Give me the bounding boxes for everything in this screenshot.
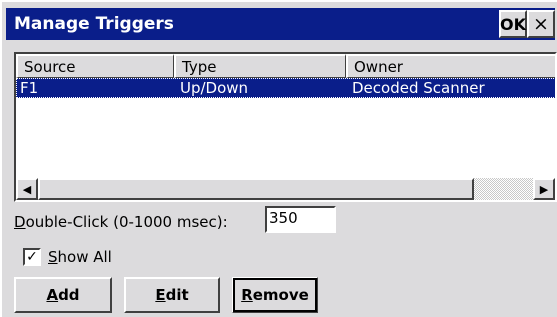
double-click-accel: D <box>14 213 26 231</box>
dialog-title: Manage Triggers <box>14 14 174 34</box>
horizontal-scrollbar[interactable]: ◀ ▶ <box>16 178 555 200</box>
cell-owner: Decoded Scanner <box>352 79 485 97</box>
triggers-list[interactable]: Source Type Owner F1 Up/Down Decoded Sca… <box>14 52 557 202</box>
scrollbar-thumb[interactable] <box>38 178 474 200</box>
column-source[interactable]: Source <box>16 54 174 78</box>
show-all-checkbox[interactable]: ✓ <box>23 248 41 266</box>
scrollbar-track[interactable] <box>474 178 537 200</box>
cell-type: Up/Down <box>180 79 249 97</box>
column-type[interactable]: Type <box>174 54 346 78</box>
edit-button[interactable]: Edit <box>124 277 220 313</box>
add-accel: A <box>46 286 59 304</box>
remove-button[interactable]: Remove <box>232 277 318 313</box>
ok-button[interactable]: OK <box>499 10 527 38</box>
double-click-label: Double-Click (0-1000 msec): <box>14 213 228 231</box>
double-click-label-text: ouble-Click (0-1000 msec): <box>25 213 228 231</box>
scroll-left-icon[interactable]: ◀ <box>16 178 38 200</box>
show-all-label-text: how All <box>57 248 112 266</box>
list-item[interactable]: F1 Up/Down Decoded Scanner <box>16 78 555 98</box>
show-all-label[interactable]: Show All <box>48 248 112 266</box>
list-header: Source Type Owner <box>16 54 555 78</box>
edit-accel: E <box>155 286 166 304</box>
remove-label: emove <box>252 286 309 304</box>
title-bar: Manage Triggers OK × <box>6 8 555 40</box>
add-label: dd <box>58 286 80 304</box>
remove-accel: R <box>241 286 253 304</box>
double-click-input[interactable]: 350 <box>265 206 336 233</box>
add-button[interactable]: Add <box>14 277 112 313</box>
edit-label: dit <box>165 286 189 304</box>
show-all-accel: S <box>48 248 58 266</box>
manage-triggers-dialog: Manage Triggers OK × Source Type Owner F… <box>0 0 557 317</box>
cell-source: F1 <box>20 79 39 97</box>
column-owner[interactable]: Owner <box>346 54 555 78</box>
scroll-right-icon[interactable]: ▶ <box>533 178 555 200</box>
close-icon[interactable]: × <box>527 10 555 38</box>
